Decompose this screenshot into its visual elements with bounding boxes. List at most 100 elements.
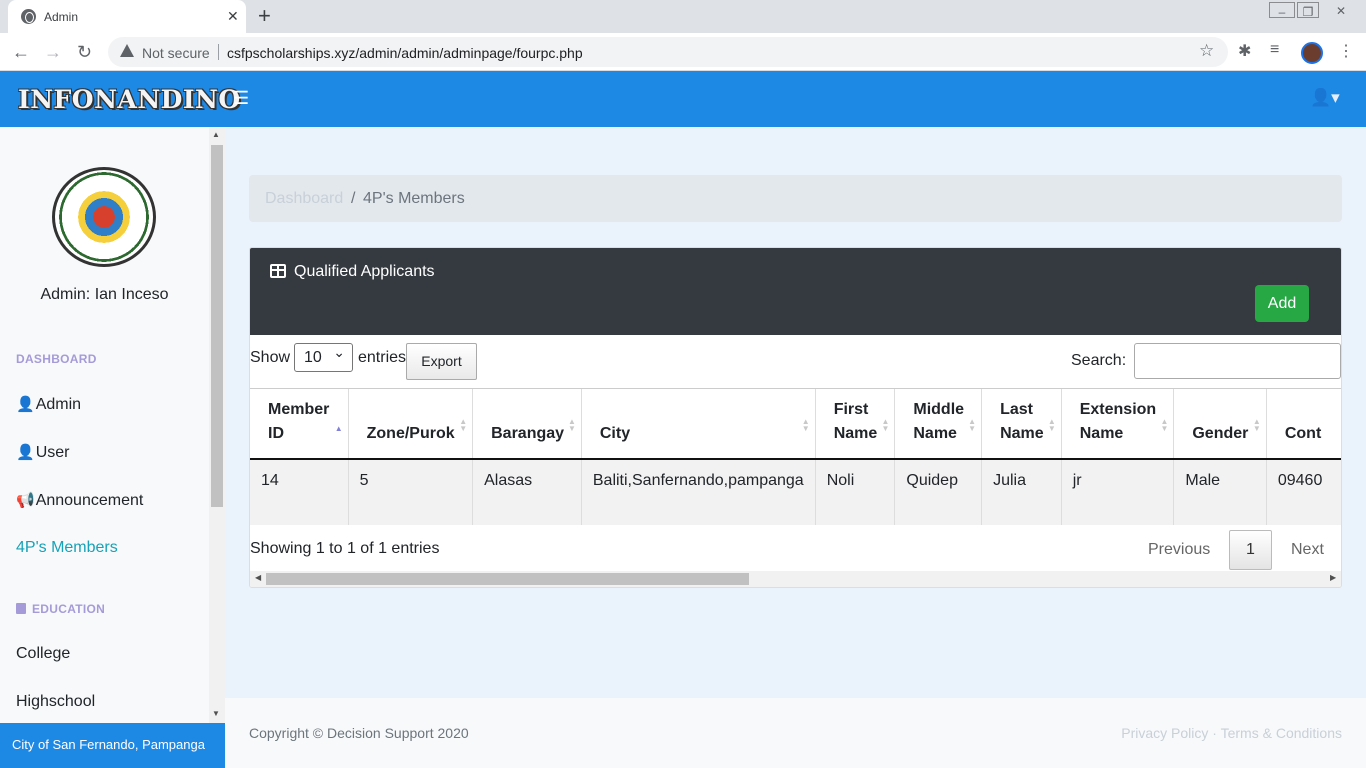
- breadcrumb-dashboard-link[interactable]: Dashboard: [265, 190, 343, 208]
- address-bar: ← → ↻ Not secure csfpscholarships.xyz/ad…: [0, 33, 1366, 71]
- browser-tab[interactable]: Admin ✕: [8, 0, 246, 33]
- window-close-icon[interactable]: ✕: [1326, 2, 1356, 20]
- table-info: Showing 1 to 1 of 1 entries: [250, 540, 440, 557]
- sort-asc-icon: ▲: [334, 424, 343, 433]
- sort-icon: ▲ ▼: [567, 417, 576, 433]
- table-horizontal-scrollbar[interactable]: ◀ ▶: [250, 571, 1341, 587]
- column-header[interactable]: Barangay ▲ ▼: [472, 389, 582, 460]
- scroll-left-icon[interactable]: ◀: [255, 573, 261, 582]
- sidebar-item-college[interactable]: College: [16, 645, 70, 663]
- brand-logo[interactable]: INFONANDINO: [18, 85, 241, 114]
- security-label[interactable]: Not secure: [142, 45, 210, 61]
- sort-icon: ▲ ▼: [459, 417, 468, 433]
- sidebar-item-4ps-members[interactable]: 4P's Members: [16, 539, 118, 557]
- city-seal-logo: [52, 167, 156, 267]
- column-header[interactable]: Last Name ▲ ▼: [981, 389, 1062, 460]
- media-control-icon[interactable]: ≡: [1270, 41, 1279, 59]
- user-menu-icon[interactable]: 👤▾: [1310, 88, 1340, 108]
- close-tab-icon[interactable]: ✕: [227, 6, 239, 26]
- user-icon: 👤: [16, 444, 35, 461]
- sidebar-item-highschool[interactable]: Highschool: [16, 693, 95, 711]
- sidebar-scrollbar[interactable]: ▲ ▼: [209, 127, 225, 723]
- footer-dot: ·: [1212, 725, 1217, 741]
- add-button[interactable]: Add: [1255, 285, 1309, 322]
- top-navbar: INFONANDINO ☰ 👤▾: [0, 71, 1366, 127]
- sort-icon: ▲ ▼: [1047, 417, 1056, 433]
- entries-label: entries: [358, 349, 407, 366]
- sort-icon: ▲ ▼: [801, 417, 810, 433]
- sidebar-item-admin[interactable]: 👤Admin: [16, 395, 81, 414]
- sidebar-toggle-icon[interactable]: ☰: [233, 88, 249, 109]
- search-label: Search:: [1071, 352, 1127, 369]
- sidebar: Admin: Ian Inceso DASHBOARD 👤Admin 👤User…: [0, 127, 225, 723]
- copyright-text: Copyright © Decision Support 2020: [249, 725, 469, 741]
- sort-icon: ▲ ▼: [968, 417, 977, 433]
- footer-links: Privacy Policy · Terms & Conditions: [1121, 725, 1342, 741]
- column-header[interactable]: First Name ▲ ▼: [815, 389, 896, 460]
- column-header[interactable]: Member ID ▲: [250, 389, 349, 460]
- restore-icon[interactable]: ❐: [1297, 2, 1319, 19]
- profile-avatar[interactable]: [1301, 42, 1323, 64]
- sidebar-item-label: User: [35, 444, 70, 461]
- scroll-thumb[interactable]: [211, 145, 223, 507]
- scroll-up-icon[interactable]: ▲: [212, 130, 220, 139]
- table-cell: Julia: [981, 459, 1062, 525]
- sidebar-heading-dashboard: DASHBOARD: [16, 352, 97, 366]
- table-row[interactable]: 14 5 Alasas Baliti,Sanfernando,pampanga …: [250, 459, 1341, 525]
- table-cell: 09460: [1266, 459, 1341, 525]
- sort-icon: ▲ ▼: [1252, 417, 1261, 433]
- page-1-button[interactable]: 1: [1229, 530, 1272, 570]
- show-label: Show: [250, 349, 291, 366]
- table-cell: Baliti,Sanfernando,pampanga: [581, 459, 816, 525]
- sidebar-item-announcement[interactable]: 📢Announcement: [16, 491, 143, 510]
- table-cell: 5: [348, 459, 474, 525]
- table-cell: Quidep: [894, 459, 983, 525]
- forward-icon[interactable]: →: [44, 41, 62, 63]
- column-header[interactable]: Middle Name ▲ ▼: [894, 389, 983, 460]
- url-text[interactable]: csfpscholarships.xyz/admin/admin/adminpa…: [227, 45, 583, 61]
- next-button[interactable]: Next: [1291, 541, 1324, 559]
- minimize-icon[interactable]: –: [1269, 2, 1295, 19]
- reload-icon[interactable]: ↻: [77, 41, 92, 63]
- column-header[interactable]: Gender ▲ ▼: [1173, 389, 1267, 460]
- terms-link[interactable]: Terms & Conditions: [1221, 725, 1342, 741]
- breadcrumb-current: 4P's Members: [363, 190, 465, 207]
- back-icon[interactable]: ←: [12, 41, 30, 63]
- column-header[interactable]: City ▲ ▼: [581, 389, 816, 460]
- new-tab-button[interactable]: +: [258, 4, 271, 28]
- breadcrumb-separator: /: [351, 190, 356, 207]
- sort-icon: ▲ ▼: [881, 417, 890, 433]
- sidebar-item-user[interactable]: 👤User: [16, 443, 69, 462]
- browser-menu-icon[interactable]: ⋮: [1338, 41, 1354, 61]
- page-length-select[interactable]: 10: [294, 343, 353, 372]
- user-icon: 👤: [16, 396, 35, 413]
- table-cell: Noli: [815, 459, 896, 525]
- browser-tab-bar: Admin ✕ + – ❐ ✕: [0, 0, 1366, 33]
- search-input[interactable]: [1134, 343, 1341, 379]
- column-header[interactable]: Extension Name ▲ ▼: [1061, 389, 1175, 460]
- column-header[interactable]: Cont: [1266, 389, 1341, 460]
- privacy-policy-link[interactable]: Privacy Policy: [1121, 725, 1208, 741]
- globe-icon: [21, 9, 36, 24]
- omnibox-divider: [218, 44, 219, 60]
- table-cell: 14: [250, 459, 349, 525]
- table-icon: [270, 264, 286, 278]
- omnibox[interactable]: Not secure csfpscholarships.xyz/admin/ad…: [108, 37, 1228, 67]
- export-button[interactable]: Export: [406, 343, 477, 380]
- members-table: Member ID ▲ Zone/Purok ▲ ▼ Barangay ▲ ▼ City ▲…: [250, 389, 1341, 525]
- sidebar-item-label: Announcement: [35, 492, 144, 509]
- bookmark-star-icon[interactable]: ☆: [1199, 41, 1214, 61]
- table-scroll-area: Member ID ▲ Zone/Purok ▲ ▼ Barangay ▲ ▼ City ▲…: [250, 388, 1341, 525]
- scroll-down-icon[interactable]: ▼: [212, 709, 220, 718]
- admin-name: Admin: Ian Inceso: [40, 286, 169, 303]
- scroll-right-icon[interactable]: ▶: [1330, 573, 1336, 582]
- table-header-row: Member ID ▲ Zone/Purok ▲ ▼ Barangay ▲ ▼ City ▲…: [250, 389, 1341, 460]
- sidebar-footer: City of San Fernando, Pampanga: [0, 723, 225, 768]
- breadcrumb: Dashboard / 4P's Members: [249, 175, 1342, 222]
- card-header: Qualified Applicants Add: [250, 248, 1341, 335]
- page-footer: Copyright © Decision Support 2020 Privac…: [225, 698, 1366, 768]
- previous-button[interactable]: Previous: [1148, 541, 1210, 559]
- horizontal-scroll-thumb[interactable]: [266, 573, 749, 585]
- extensions-icon[interactable]: ✱: [1238, 41, 1251, 61]
- column-header[interactable]: Zone/Purok ▲ ▼: [348, 389, 474, 460]
